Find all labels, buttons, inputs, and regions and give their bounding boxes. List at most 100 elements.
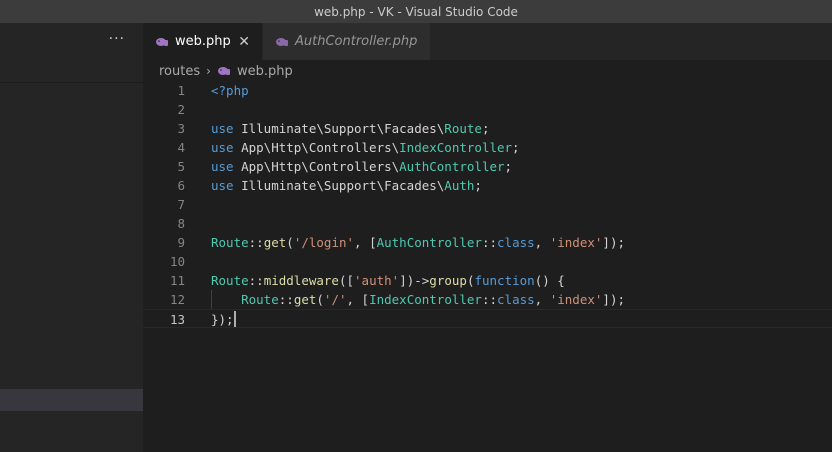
code-token: use xyxy=(211,178,234,193)
line-text: <?php xyxy=(211,81,249,100)
line-text: }); xyxy=(211,310,236,329)
more-actions-icon[interactable]: ··· xyxy=(109,31,125,47)
code-token: :: xyxy=(278,292,294,307)
code-line[interactable]: 5 use App\Http\Controllers\AuthController… xyxy=(143,157,832,176)
code-line[interactable]: 4 use App\Http\Controllers\IndexControlle… xyxy=(143,138,832,157)
line-text: use Illuminate\Support\Facades\Auth; xyxy=(211,176,482,195)
breadcrumb-folder[interactable]: routes xyxy=(159,64,200,79)
tab-label: AuthController.php xyxy=(295,34,418,49)
line-number: 5 xyxy=(177,159,185,174)
code-token: , xyxy=(534,292,550,307)
line-text: use App\Http\Controllers\AuthController; xyxy=(211,157,512,176)
line-text: Route::get('/login', [AuthController::cl… xyxy=(211,233,625,252)
code-token: function xyxy=(474,273,535,288)
code-line[interactable]: 7 xyxy=(143,195,832,214)
php-elephant-icon xyxy=(155,37,169,47)
breadcrumb-file[interactable]: web.php xyxy=(237,64,293,79)
code-token: ])-> xyxy=(399,273,430,288)
code-token: get xyxy=(293,292,317,307)
close-icon[interactable]: ✕ xyxy=(238,34,250,50)
code-line[interactable]: 12 Route::get('/', [IndexController::cla… xyxy=(143,290,832,309)
code-token: get xyxy=(263,235,287,250)
line-number: 2 xyxy=(177,102,185,117)
sidebar-header: ··· xyxy=(0,23,143,59)
code-line[interactable]: 11 Route::middleware(['auth'])->group(fun… xyxy=(143,271,832,290)
tab-label: web.php xyxy=(175,34,231,49)
line-number: 3 xyxy=(177,121,185,136)
code-token: :: xyxy=(248,235,264,250)
code-token: , [ xyxy=(354,235,377,250)
code-token: IndexController xyxy=(399,140,513,155)
code-token: '/login' xyxy=(293,235,355,250)
line-text: use App\Http\Controllers\IndexController… xyxy=(211,138,520,157)
line-text: Route::middleware(['auth'])->group(funct… xyxy=(211,271,565,290)
text-cursor xyxy=(233,311,236,327)
breadcrumb: routes › web.php xyxy=(159,60,293,82)
code-token: 'index' xyxy=(549,292,603,307)
line-number: 6 xyxy=(177,178,185,193)
code-token: :: xyxy=(481,235,498,250)
line-number: 11 xyxy=(169,273,185,288)
line-number: 12 xyxy=(169,292,185,307)
code-line[interactable]: 3 use Illuminate\Support\Facades\Route; xyxy=(143,119,832,138)
code-token: ; xyxy=(481,121,490,136)
code-token: 'auth' xyxy=(354,273,400,288)
tab-bar: web.php ✕ AuthController.php xyxy=(143,23,832,60)
code-token: use xyxy=(211,159,234,174)
line-text: use Illuminate\Support\Facades\Route; xyxy=(211,119,489,138)
sidebar-selected-item[interactable] xyxy=(0,389,143,411)
sidebar: ··· xyxy=(0,23,143,452)
php-elephant-icon xyxy=(217,66,231,76)
code-token: ( xyxy=(286,235,294,250)
code-token: group xyxy=(429,273,467,288)
code-token: ; xyxy=(512,140,520,155)
code-token: :: xyxy=(481,292,498,307)
code-token: App\Http\Controllers\ xyxy=(233,159,400,174)
code-token: Route xyxy=(241,292,279,307)
code-line[interactable]: 1 <?php xyxy=(143,81,832,100)
code-editor[interactable]: 1 <?php 2 3 use Illuminate\Support\Facades\R… xyxy=(143,81,832,328)
tab-web-php[interactable]: web.php ✕ xyxy=(143,23,262,60)
line-text: Route::get('/', [IndexController::class,… xyxy=(211,290,625,309)
code-token: Route xyxy=(211,273,249,288)
code-token: IndexController xyxy=(369,292,482,307)
code-line[interactable]: 9 Route::get('/login', [AuthController::c… xyxy=(143,233,832,252)
window-title: web.php - VK - Visual Studio Code xyxy=(0,0,832,23)
code-token: Illuminate\Support\Facades\ xyxy=(233,178,445,193)
editor-area: web.php ✕ AuthController.php routes › we… xyxy=(143,23,832,452)
line-number: 4 xyxy=(177,140,185,155)
code-token: ]); xyxy=(602,292,625,307)
code-token: use xyxy=(211,121,234,136)
code-token: ( xyxy=(316,292,324,307)
code-token: <?php xyxy=(211,83,249,98)
code-token: Route xyxy=(444,121,482,136)
code-token: '/' xyxy=(323,292,347,307)
line-number: 13 xyxy=(169,312,185,327)
code-token: , [ xyxy=(346,292,370,307)
code-token: :: xyxy=(248,273,264,288)
code-line[interactable]: 10 xyxy=(143,252,832,271)
code-token: , xyxy=(534,235,550,250)
code-token: () { xyxy=(534,273,565,288)
code-token: class xyxy=(497,292,535,307)
line-number: 8 xyxy=(177,216,185,231)
code-token: middleware xyxy=(263,273,339,288)
code-token: ; xyxy=(474,178,482,193)
code-line[interactable]: 13}); xyxy=(143,309,832,328)
code-line[interactable]: 6 use Illuminate\Support\Facades\Auth; xyxy=(143,176,832,195)
code-line[interactable]: 8 xyxy=(143,214,832,233)
tab-authcontroller-php[interactable]: AuthController.php xyxy=(262,23,430,60)
code-token: ]); xyxy=(602,235,625,250)
code-line[interactable]: 2 xyxy=(143,100,832,119)
code-token: Auth xyxy=(444,178,475,193)
code-token: Route xyxy=(211,235,249,250)
chevron-right-icon: › xyxy=(206,64,211,78)
line-number: 1 xyxy=(177,83,185,98)
code-token: use xyxy=(211,140,234,155)
line-number: 9 xyxy=(177,235,185,250)
code-token: App\Http\Controllers\ xyxy=(233,140,400,155)
code-token: AuthController xyxy=(376,235,482,250)
code-token: ; xyxy=(504,159,513,174)
line-number: 7 xyxy=(177,197,185,212)
